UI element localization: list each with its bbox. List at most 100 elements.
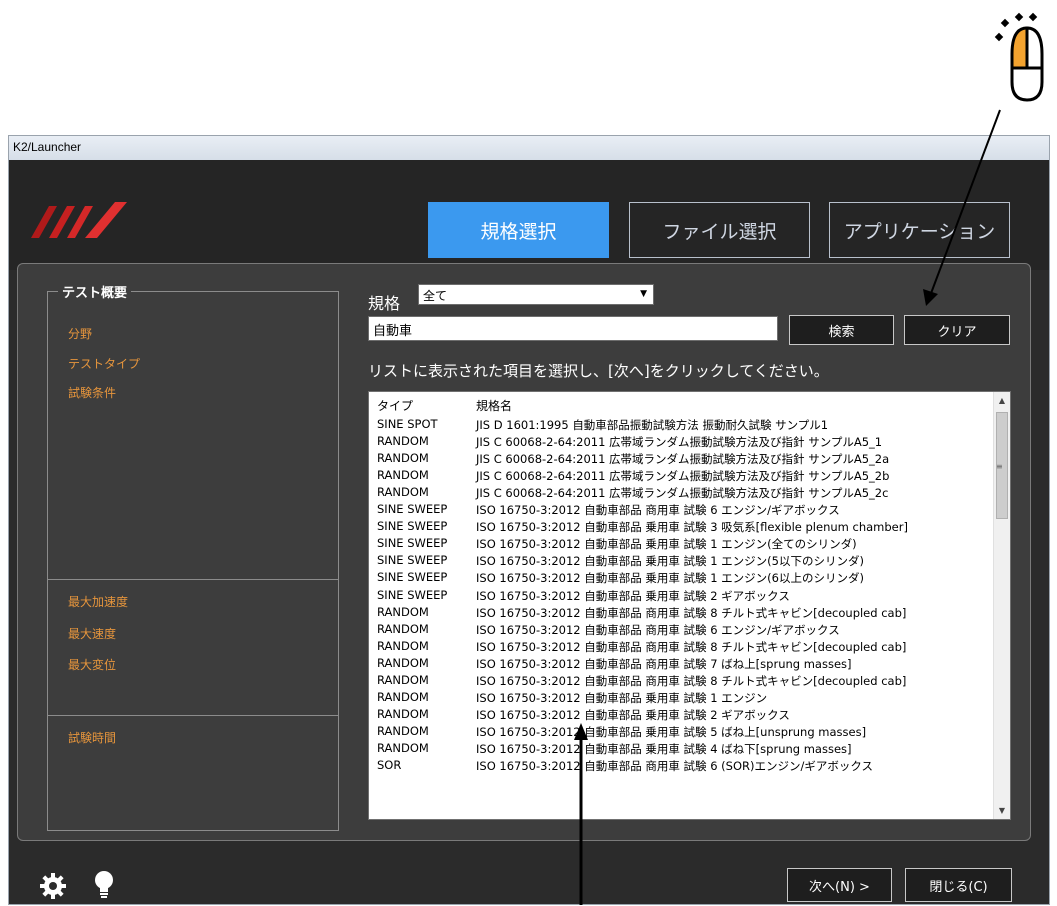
instruction-text: リストに表示された項目を選択し、[次へ]をクリックしてください。 — [368, 362, 829, 380]
list-item[interactable]: SINE SWEEP ISO 16750-3:2012 自動車部品 乗用車 試験 … — [369, 535, 994, 552]
list-item-name: ISO 16750-3:2012 自動車部品 商用車 試験 7 ばね上[spru… — [476, 656, 852, 671]
list-item-type: RANDOM — [377, 468, 429, 483]
standard-list[interactable]: タイプ 規格名 SINE SPOT JIS D 1601:1995 自動車部品振動… — [368, 391, 1011, 820]
list-item[interactable]: RANDOM ISO 16750-3:2012 自動車部品 商用車 試験 8 チル… — [369, 638, 994, 655]
list-item[interactable]: SINE SWEEP ISO 16750-3:2012 自動車部品 乗用車 試験 … — [369, 569, 994, 586]
dropdown-arrow-icon: ▼ — [640, 289, 647, 299]
list-item-type: RANDOM — [377, 672, 429, 687]
summary-max-velocity-label: 最大速度 — [68, 627, 117, 641]
list-item-type: RANDOM — [377, 723, 429, 738]
list-item[interactable]: RANDOM ISO 16750-3:2012 自動車部品 商用車 試験 7 ばね… — [369, 655, 994, 672]
summary-test-time-label: 試験時間 — [68, 731, 117, 745]
list-item-name: ISO 16750-3:2012 自動車部品 商用車 試験 6 エンジン/ギアボ… — [476, 622, 840, 637]
column-type[interactable]: タイプ — [377, 397, 413, 414]
list-item-type: SINE SWEEP — [377, 553, 448, 568]
gear-icon[interactable] — [39, 872, 67, 900]
main-panel: テスト概要 分野 テストタイプ 試験条件 最大加速度 最大速度 最大変位 試験時… — [17, 263, 1031, 841]
launcher-window: K2/Launcher 規格選択 ファイル選択 アプリケーション テスト概要 分… — [8, 135, 1050, 905]
list-item[interactable]: RANDOM JIS C 60068-2-64:2011 広帯域ランダム振動試験方… — [369, 433, 994, 450]
clear-button[interactable]: クリア — [904, 315, 1010, 345]
list-item-type: RANDOM — [377, 434, 429, 449]
scroll-grip-icon: ≡ — [996, 462, 1003, 471]
list-item-name: ISO 16750-3:2012 自動車部品 商用車 試験 8 チルト式キャビン… — [476, 605, 907, 620]
list-item[interactable]: RANDOM ISO 16750-3:2012 自動車部品 乗用車 試験 5 ばね… — [369, 723, 994, 740]
list-item-type: SINE SPOT — [377, 417, 438, 431]
tab-application[interactable]: アプリケーション — [829, 202, 1010, 258]
title-bar: K2/Launcher — [9, 136, 1049, 161]
summary-title: テスト概要 — [58, 282, 132, 301]
list-item[interactable]: RANDOM ISO 16750-3:2012 自動車部品 商用車 試験 8 チル… — [369, 604, 994, 621]
list-item-name: JIS C 60068-2-64:2011 広帯域ランダム振動試験方法及び指針 … — [476, 452, 890, 467]
divider — [48, 715, 338, 716]
list-item[interactable]: RANDOM ISO 16750-3:2012 自動車部品 商用車 試験 8 チル… — [369, 672, 994, 689]
list-item[interactable]: RANDOM ISO 16750-3:2012 自動車部品 乗用車 試験 2 ギア… — [369, 706, 994, 723]
list-item[interactable]: RANDOM JIS C 60068-2-64:2011 広帯域ランダム振動試験方… — [369, 484, 994, 501]
list-item-name: ISO 16750-3:2012 自動車部品 乗用車 試験 4 ばね下[spru… — [476, 741, 852, 756]
list-item-type: RANDOM — [377, 655, 429, 670]
list-item-type: SINE SWEEP — [377, 570, 448, 585]
list-item[interactable]: SINE SPOT JIS D 1601:1995 自動車部品振動試験方法 振動耐… — [369, 416, 994, 433]
list-item-type: RANDOM — [377, 621, 429, 636]
list-item-type: RANDOM — [377, 485, 429, 500]
mouse-icon — [994, 12, 1044, 102]
test-summary-box: テスト概要 分野 テストタイプ 試験条件 最大加速度 最大速度 最大変位 試験時… — [47, 282, 339, 831]
search-input[interactable]: 自動車 — [368, 316, 778, 341]
list-header: タイプ 規格名 — [369, 392, 994, 414]
summary-max-accel-label: 最大加速度 — [68, 595, 129, 609]
divider — [48, 579, 338, 580]
list-item-type: SINE SWEEP — [377, 587, 448, 602]
next-button[interactable]: 次へ(N) > — [787, 868, 892, 902]
list-item-type: SOR — [377, 758, 402, 772]
list-item[interactable]: RANDOM ISO 16750-3:2012 自動車部品 乗用車 試験 1 エン… — [369, 689, 994, 706]
window-title: K2/Launcher — [13, 140, 82, 154]
column-name[interactable]: 規格名 — [476, 397, 512, 414]
list-item-type: SINE SWEEP — [377, 536, 448, 551]
list-item-type: SINE SWEEP — [377, 519, 448, 534]
list-item[interactable]: SINE SWEEP ISO 16750-3:2012 自動車部品 商用車 試験 … — [369, 501, 994, 518]
list-item-name: JIS C 60068-2-64:2011 広帯域ランダム振動試験方法及び指針 … — [476, 486, 889, 501]
footer-bar: 次へ(N) > 閉じる(C) — [9, 850, 1049, 906]
list-item-name: ISO 16750-3:2012 自動車部品 商用車 試験 8 チルト式キャビン… — [476, 673, 907, 688]
list-item-type: RANDOM — [377, 706, 429, 721]
list-item[interactable]: RANDOM ISO 16750-3:2012 自動車部品 乗用車 試験 4 ばね… — [369, 740, 994, 757]
list-item-type: RANDOM — [377, 638, 429, 653]
list-item-type: RANDOM — [377, 604, 429, 619]
standard-label: 規格 — [368, 294, 401, 313]
list-item-name: JIS D 1601:1995 自動車部品振動試験方法 振動耐久試験 サンプル1 — [476, 418, 829, 432]
list-item[interactable]: SINE SWEEP ISO 16750-3:2012 自動車部品 乗用車 試験 … — [369, 518, 994, 535]
search-button[interactable]: 検索 — [789, 315, 894, 345]
summary-max-displacement-label: 最大変位 — [68, 658, 117, 672]
list-item-type: SINE SWEEP — [377, 502, 448, 517]
list-item-name: ISO 16750-3:2012 自動車部品 商用車 試験 6 (SOR)エンジ… — [476, 759, 874, 773]
list-item-name: ISO 16750-3:2012 自動車部品 乗用車 試験 1 エンジン(5以下… — [476, 554, 864, 569]
standard-dropdown-value: 全て — [423, 289, 448, 303]
tab-standard-select[interactable]: 規格選択 — [428, 202, 609, 258]
summary-field-label: 分野 — [68, 327, 93, 341]
scroll-down-icon[interactable]: ▼ — [994, 802, 1010, 819]
logo-icon — [31, 202, 127, 238]
list-item[interactable]: RANDOM ISO 16750-3:2012 自動車部品 商用車 試験 6 エン… — [369, 621, 994, 638]
list-item[interactable]: SOR ISO 16750-3:2012 自動車部品 商用車 試験 6 (SOR)… — [369, 757, 994, 774]
list-item-name: ISO 16750-3:2012 自動車部品 商用車 試験 8 チルト式キャビン… — [476, 639, 907, 654]
scroll-up-icon[interactable]: ▲ — [994, 392, 1010, 409]
list-item[interactable]: RANDOM JIS C 60068-2-64:2011 広帯域ランダム振動試験方… — [369, 467, 994, 484]
list-item[interactable]: SINE SWEEP ISO 16750-3:2012 自動車部品 乗用車 試験 … — [369, 587, 994, 604]
list-item-name: ISO 16750-3:2012 自動車部品 乗用車 試験 5 ばね上[unsp… — [476, 724, 867, 739]
lightbulb-icon[interactable] — [93, 870, 115, 900]
standard-dropdown[interactable]: 全て ▼ — [418, 284, 654, 305]
list-item-name: ISO 16750-3:2012 自動車部品 乗用車 試験 2 ギアボックス — [476, 707, 790, 722]
list-item-name: ISO 16750-3:2012 自動車部品 乗用車 試験 2 ギアボックス — [476, 588, 790, 603]
list-scrollbar[interactable]: ▲ ≡ ▼ — [993, 392, 1010, 819]
summary-conditions-label: 試験条件 — [68, 386, 117, 400]
list-item-name: JIS C 60068-2-64:2011 広帯域ランダム振動試験方法及び指針 … — [476, 435, 883, 450]
list-item[interactable]: SINE SWEEP ISO 16750-3:2012 自動車部品 乗用車 試験 … — [369, 552, 994, 569]
tab-file-select[interactable]: ファイル選択 — [629, 202, 810, 258]
list-item-name: ISO 16750-3:2012 自動車部品 乗用車 試験 1 エンジン(6以上… — [476, 571, 864, 586]
list-item-type: RANDOM — [377, 451, 429, 466]
list-item-type: RANDOM — [377, 689, 429, 704]
list-item[interactable]: RANDOM JIS C 60068-2-64:2011 広帯域ランダム振動試験方… — [369, 450, 994, 467]
list-item-name: ISO 16750-3:2012 自動車部品 乗用車 試験 1 エンジン — [476, 690, 768, 705]
list-item-name: JIS C 60068-2-64:2011 広帯域ランダム振動試験方法及び指針 … — [476, 469, 890, 484]
close-button[interactable]: 閉じる(C) — [905, 868, 1012, 902]
list-item-name: ISO 16750-3:2012 自動車部品 乗用車 試験 1 エンジン(全ての… — [476, 537, 857, 552]
